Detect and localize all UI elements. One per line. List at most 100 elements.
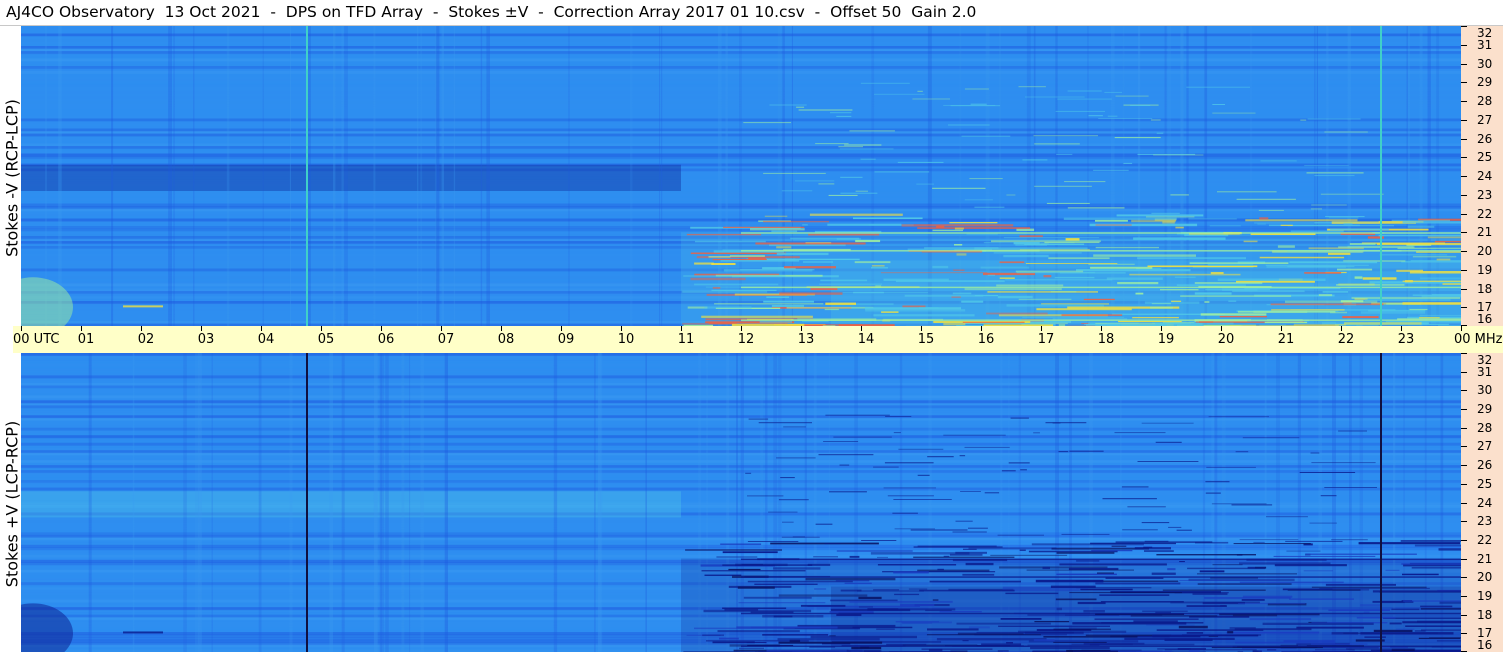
emission-streak (885, 416, 912, 417)
emission-streak (1343, 222, 1353, 225)
emission-streak (1130, 615, 1218, 617)
emission-streak (810, 287, 838, 291)
interference-line (741, 558, 1461, 561)
interference-line (741, 576, 1461, 578)
emission-streak (1235, 641, 1336, 644)
emission-streak (873, 314, 975, 317)
emission-streak (1436, 258, 1451, 261)
emission-streak (825, 414, 890, 416)
emission-streak (1280, 224, 1293, 226)
emission-streak (810, 635, 917, 639)
utc-time-axis: 00 UTC 01 02 03 04 05 06 07 08 09 10 11 12 13 14 15 16 17… (13, 326, 1503, 353)
emission-streak (1006, 642, 1013, 644)
emission-streak (893, 571, 929, 574)
emission-streak (1420, 277, 1461, 280)
frequency-tick-label: 32 (1477, 353, 1493, 367)
emission-streak (1052, 422, 1061, 424)
emission-streak (763, 300, 814, 303)
emission-streak (1051, 547, 1149, 550)
emission-streak (1360, 632, 1454, 635)
emission-streak (980, 266, 1030, 269)
emission-streak (1331, 539, 1368, 541)
emission-streak (874, 93, 925, 95)
emission-streak (1053, 628, 1111, 631)
utc-tick-label: 02 (137, 332, 155, 347)
emission-streak (755, 242, 866, 245)
emission-streak (1373, 629, 1413, 632)
emission-streak (1194, 292, 1232, 295)
bottom-panel-ylabel: Stokes +V (LCP-RCP) (2, 420, 22, 588)
utc-tick-label: 23 (1397, 332, 1415, 347)
emission-streak (854, 261, 891, 264)
utc-tick-mark (861, 326, 862, 331)
emission-streak (908, 588, 928, 590)
emission-streak (1064, 181, 1106, 183)
emission-streak (1311, 204, 1347, 206)
time-column-band (385, 353, 389, 652)
emission-streak (1043, 636, 1138, 638)
frequency-tick-mark (1461, 119, 1467, 121)
emission-streak (1242, 437, 1300, 439)
emission-streak (1083, 298, 1115, 301)
emission-streak (1188, 218, 1237, 220)
utc-tick-label: 13 (797, 332, 815, 347)
emission-streak (1238, 602, 1306, 605)
frequency-tick-mark (1461, 558, 1467, 560)
emission-streak (868, 224, 914, 226)
time-column-band (659, 26, 661, 326)
frequency-tick-label: 27 (1477, 439, 1493, 454)
emission-streak (803, 261, 833, 263)
emission-streak (1030, 646, 1110, 650)
emission-streak (1150, 119, 1161, 121)
emission-streak (1239, 581, 1344, 584)
emission-streak (987, 274, 996, 276)
emission-streak (807, 563, 831, 566)
emission-streak (1318, 294, 1333, 297)
emission-streak (768, 511, 798, 513)
emission-streak (871, 267, 888, 269)
frequency-tick-mark (1461, 213, 1467, 215)
emission-streak (123, 305, 163, 308)
frequency-tick-mark (1461, 176, 1467, 177)
emission-streak (829, 611, 874, 613)
band-23-24mhz (21, 491, 681, 518)
emission-streak (690, 252, 787, 255)
emission-streak (1336, 284, 1405, 286)
emission-streak (1035, 579, 1104, 583)
emission-streak (1026, 569, 1134, 571)
emission-streak (781, 190, 813, 192)
emission-streak (783, 426, 806, 428)
time-column-band (379, 353, 383, 652)
emission-streak (1241, 599, 1265, 601)
emission-streak (1034, 621, 1070, 623)
emission-streak (747, 580, 853, 583)
emission-streak (853, 303, 894, 305)
emission-streak (1176, 529, 1192, 531)
emission-streak (1419, 314, 1461, 317)
emission-streak (943, 555, 950, 557)
emission-streak (1141, 422, 1194, 424)
emission-streak (904, 294, 984, 297)
emission-streak (1146, 624, 1195, 626)
utc-tick-mark (921, 326, 922, 331)
emission-streak (1309, 522, 1337, 524)
emission-streak (1019, 235, 1043, 238)
emission-streak (1405, 280, 1413, 283)
emission-streak (1287, 225, 1394, 227)
frequency-tick-label: 21 (1477, 551, 1493, 566)
emission-streak (1410, 260, 1461, 262)
emission-streak (786, 306, 874, 309)
utc-tick-mark (441, 326, 442, 331)
frequency-tick-mark (1461, 633, 1467, 635)
emission-streak (1365, 298, 1451, 301)
emission-streak (1107, 115, 1118, 117)
emission-streak (771, 230, 798, 232)
emission-streak (1402, 302, 1461, 305)
emission-streak (916, 183, 934, 185)
utc-tick-label: 11 (677, 332, 695, 347)
emission-streak (1289, 261, 1378, 264)
emission-streak (1207, 264, 1254, 266)
emission-streak (1270, 303, 1384, 306)
emission-streak (683, 651, 758, 652)
emission-streak (717, 630, 800, 633)
